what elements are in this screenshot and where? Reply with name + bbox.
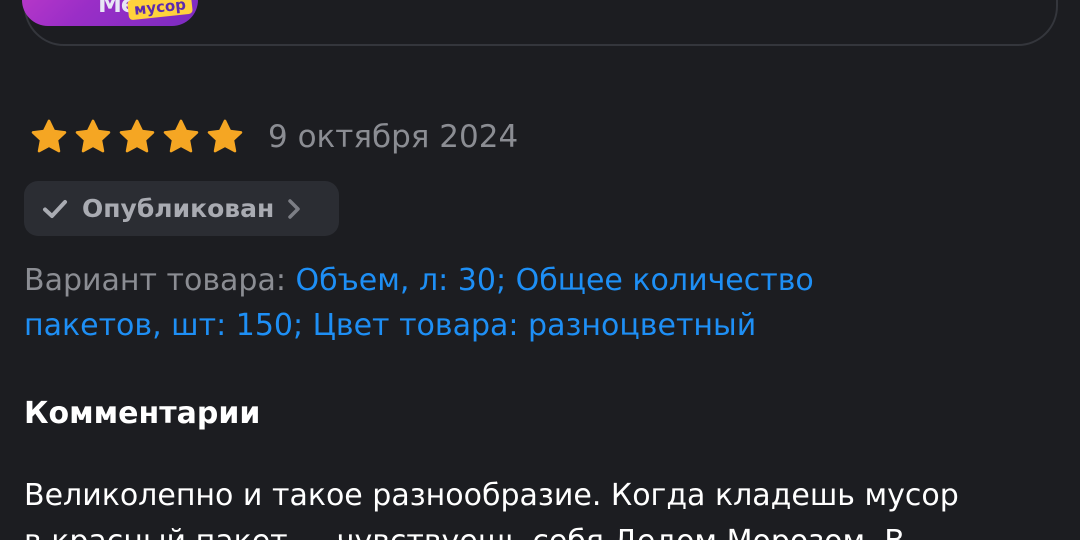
checkmark-icon bbox=[43, 199, 67, 218]
star-rating bbox=[30, 118, 244, 156]
variant-label: Вариант товара: bbox=[24, 263, 286, 298]
comment-line-1: Великолепно и такое разнообразие. Когда … bbox=[24, 478, 959, 513]
star-icon bbox=[75, 119, 111, 153]
comment-line-2: в красный пакет — чувствуешь себя Дедом … bbox=[24, 519, 1064, 540]
star-icon bbox=[207, 119, 243, 153]
status-chip-published[interactable]: Опубликован bbox=[24, 181, 339, 236]
variant-link-1[interactable]: Объем, л: 30; Общее количество bbox=[296, 263, 814, 298]
thumbnail-tag: мусор bbox=[127, 0, 193, 21]
comments-heading: Комментарии bbox=[24, 396, 261, 431]
review-date: 9 октября 2024 bbox=[268, 119, 519, 155]
star-icon bbox=[163, 119, 199, 153]
variant-line-2: пакетов, шт: 150; Цвет товара: разноцвет… bbox=[24, 303, 1024, 348]
star-icon bbox=[119, 119, 155, 153]
review-rating-row: 9 октября 2024 bbox=[30, 116, 518, 158]
review-page: Ме мусор 9 октября 2024 Опубликован Вари… bbox=[0, 0, 1080, 540]
product-thumbnail[interactable]: Ме мусор bbox=[22, 0, 198, 26]
chevron-right-icon bbox=[288, 198, 300, 219]
variant-line-1: Вариант товара: Объем, л: 30; Общее коли… bbox=[24, 258, 1024, 303]
comment-text: Великолепно и такое разнообразие. Когда … bbox=[24, 473, 1064, 540]
variant-link-2[interactable]: пакетов, шт: 150; Цвет товара: разноцвет… bbox=[24, 308, 756, 343]
star-icon bbox=[31, 119, 67, 153]
product-variant: Вариант товара: Объем, л: 30; Общее коли… bbox=[24, 258, 1024, 348]
status-label: Опубликован bbox=[82, 194, 275, 223]
